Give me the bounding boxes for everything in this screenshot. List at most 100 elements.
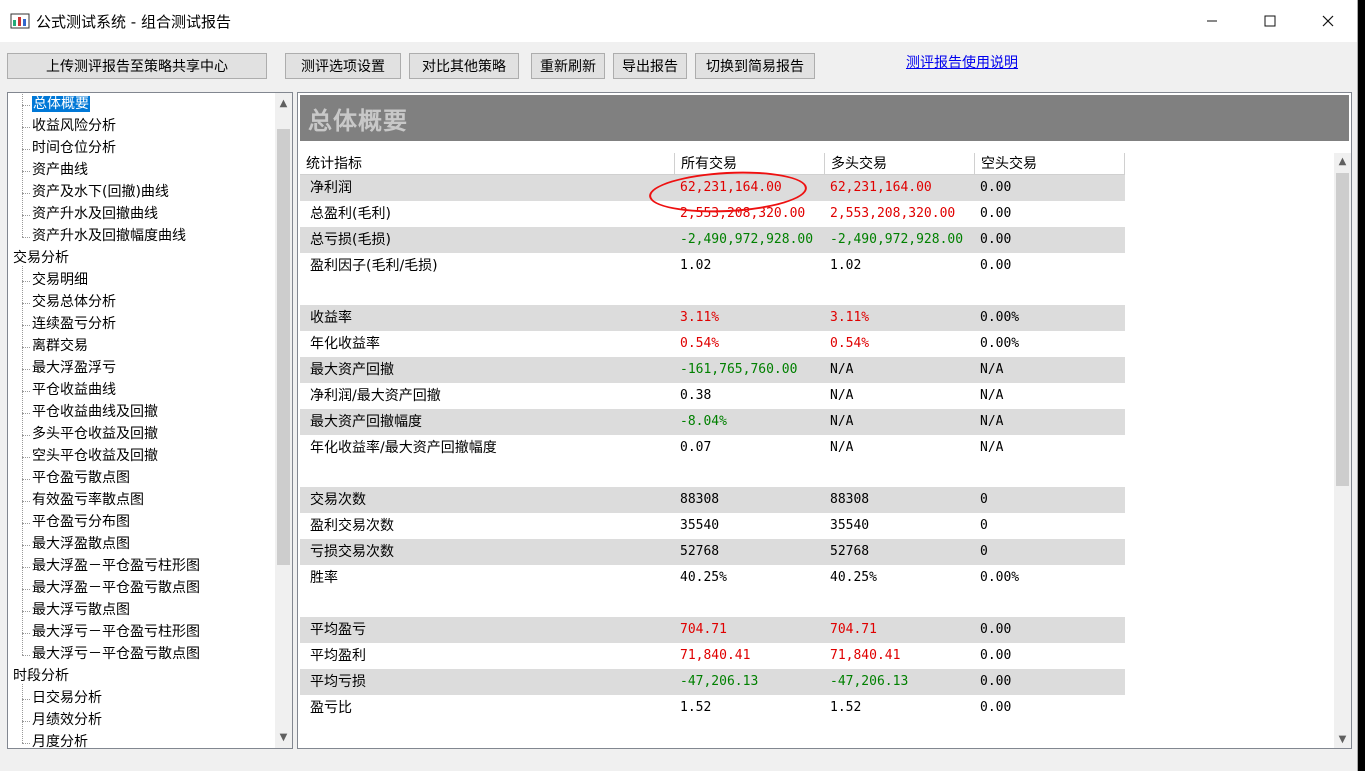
tree-item-label: 最大浮盈浮亏 (32, 360, 116, 376)
title-bar[interactable]: 公式测试系统 - 组合测试报告 (0, 0, 1357, 42)
metric-cell: 平均盈亏 (310, 622, 366, 638)
table-row[interactable]: 盈利交易次数 35540 35540 0 (300, 513, 1125, 539)
tree-item[interactable]: 有效盈亏率散点图 (32, 490, 144, 511)
table-scroll-up-icon[interactable]: ▲ (1334, 153, 1351, 170)
scroll-down-icon[interactable]: ▼ (275, 729, 292, 746)
tree-connector (22, 94, 23, 237)
table-row[interactable]: 盈利因子(毛利/毛损) 1.02 1.02 0.00 (300, 253, 1125, 279)
tree-item[interactable]: 月绩效分析 (32, 710, 102, 731)
tree-item[interactable]: 最大浮盈－平仓盈亏散点图 (32, 578, 200, 599)
upload-report-button[interactable]: 上传测评报告至策略共享中心 (7, 53, 267, 79)
tree-item[interactable]: 资产升水及回撤曲线 (32, 204, 158, 225)
short-trades-cell: 0 (980, 518, 988, 533)
maximize-button[interactable] (1241, 0, 1299, 42)
short-trades-cell: 0.00 (980, 700, 1012, 715)
tree-item-label: 有效盈亏率散点图 (32, 492, 144, 508)
table-row[interactable]: 平均亏损 -47,206.13 -47,206.13 0.00 (300, 669, 1125, 695)
report-panel: 总体概要 统计指标 所有交易 多头交易 空头交易 净利润 62,231,164.0… (297, 92, 1352, 749)
long-trades-cell: 1.52 (830, 700, 862, 715)
tree-item[interactable]: 平仓收益曲线及回撤 (32, 402, 158, 423)
tree-item[interactable]: 日交易分析 (32, 688, 102, 709)
tree-item[interactable]: 平仓盈亏散点图 (32, 468, 130, 489)
table-row[interactable]: 亏损交易次数 52768 52768 0 (300, 539, 1125, 565)
table-row[interactable]: 平均盈亏 704.71 704.71 0.00 (300, 617, 1125, 643)
tree-item[interactable]: 平仓盈亏分布图 (32, 512, 130, 533)
all-trades-cell: -8.04% (680, 414, 727, 429)
tree-item[interactable]: 平仓收益曲线 (32, 380, 116, 401)
metric-cell: 总亏损(毛损) (310, 232, 391, 248)
compare-strategy-button[interactable]: 对比其他策略 (409, 53, 519, 79)
tree-item[interactable]: 连续盈亏分析 (32, 314, 116, 335)
tree-item[interactable]: 收益风险分析 (32, 116, 116, 137)
tree-item[interactable]: 交易总体分析 (32, 292, 116, 313)
tree-connector (22, 545, 30, 546)
long-trades-cell: 1.02 (830, 258, 862, 273)
table-scroll-thumb[interactable] (1336, 173, 1349, 486)
short-trades-cell: 0.00 (980, 622, 1012, 637)
tree-item[interactable]: 最大浮盈浮亏 (32, 358, 116, 379)
all-trades-cell: 704.71 (680, 622, 727, 637)
tree-scroll-thumb[interactable] (277, 129, 290, 565)
table-row[interactable]: 胜率 40.25% 40.25% 0.00% (300, 565, 1125, 591)
test-options-button[interactable]: 测评选项设置 (285, 53, 401, 79)
refresh-button[interactable]: 重新刷新 (531, 53, 605, 79)
col-header-short[interactable]: 空头交易 (975, 153, 1125, 175)
tree-item[interactable]: 总体概要 (32, 94, 90, 115)
tree-connector (22, 655, 30, 656)
scroll-up-icon[interactable]: ▲ (275, 95, 292, 112)
close-icon (1322, 15, 1334, 27)
tree-connector (22, 149, 30, 150)
toolbar: 上传测评报告至策略共享中心 测评选项设置 对比其他策略 重新刷新 导出报告 切换… (0, 42, 1357, 88)
long-trades-cell: -2,490,972,928.00 (830, 232, 964, 247)
help-link[interactable]: 测评报告使用说明 (906, 52, 1018, 72)
tree-item-label: 最大浮盈－平仓盈亏散点图 (32, 580, 200, 596)
table-row[interactable]: 净利润/最大资产回撤 0.38 N/A N/A (300, 383, 1125, 409)
tree-item-label: 交易分析 (13, 250, 69, 266)
tree-item[interactable]: 最大浮亏－平仓盈亏散点图 (32, 644, 200, 665)
short-trades-cell: N/A (980, 414, 1004, 429)
table-scrollbar[interactable]: ▲ ▼ (1334, 153, 1351, 748)
table-scroll-down-icon[interactable]: ▼ (1334, 731, 1351, 748)
tree-connector (22, 303, 30, 304)
table-row[interactable]: 盈亏比 1.52 1.52 0.00 (300, 695, 1125, 721)
tree-item[interactable]: 交易明细 (32, 270, 88, 291)
export-report-button[interactable]: 导出报告 (613, 53, 687, 79)
short-trades-cell: 0.00% (980, 310, 1020, 325)
table-row[interactable]: 总亏损(毛损) -2,490,972,928.00 -2,490,972,928.0… (300, 227, 1125, 253)
col-header-metric[interactable]: 统计指标 (300, 153, 675, 175)
tree-item[interactable]: 最大浮亏－平仓盈亏柱形图 (32, 622, 200, 643)
table-row[interactable]: 最大资产回撤幅度 -8.04% N/A N/A (300, 409, 1125, 435)
minimize-button[interactable] (1183, 0, 1241, 42)
tree-connector (22, 435, 30, 436)
table-row[interactable]: 最大资产回撤 -161,765,760.00 N/A N/A (300, 357, 1125, 383)
tree-item[interactable]: 资产升水及回撤幅度曲线 (32, 226, 186, 247)
tree-item[interactable]: 最大浮盈散点图 (32, 534, 130, 555)
tree-connector (22, 369, 30, 370)
tree-connector (22, 237, 30, 238)
table-row[interactable]: 收益率 3.11% 3.11% 0.00% (300, 305, 1125, 331)
tree-item-label: 资产升水及回撤幅度曲线 (32, 228, 186, 244)
close-button[interactable] (1299, 0, 1357, 42)
table-row[interactable]: 平均盈利 71,840.41 71,840.41 0.00 (300, 643, 1125, 669)
tree-item[interactable]: 空头平仓收益及回撤 (32, 446, 158, 467)
short-trades-cell: 0.00 (980, 232, 1012, 247)
table-row[interactable]: 交易次数 88308 88308 0 (300, 487, 1125, 513)
tree-item[interactable]: 月度分析 (32, 732, 88, 748)
tree-item[interactable]: 离群交易 (32, 336, 88, 357)
tree-connector (22, 325, 30, 326)
switch-simple-report-button[interactable]: 切换到简易报告 (695, 53, 815, 79)
tree-item[interactable]: 最大浮盈－平仓盈亏柱形图 (32, 556, 200, 577)
table-row[interactable]: 年化收益率/最大资产回撤幅度 0.07 N/A N/A (300, 435, 1125, 461)
tree-item[interactable]: 资产及水下(回撤)曲线 (32, 182, 169, 203)
tree-item[interactable]: 最大浮亏散点图 (32, 600, 130, 621)
metric-cell: 亏损交易次数 (310, 544, 394, 560)
short-trades-cell: 0.00 (980, 674, 1012, 689)
tree-item[interactable]: 多头平仓收益及回撤 (32, 424, 158, 445)
tree-scrollbar[interactable]: ▲ ▼ (275, 93, 292, 748)
tree-item[interactable]: 资产曲线 (32, 160, 88, 181)
col-header-long[interactable]: 多头交易 (825, 153, 975, 175)
tree-item[interactable]: 时间仓位分析 (32, 138, 116, 159)
report-banner: 总体概要 (300, 95, 1349, 141)
tree-item-label: 多头平仓收益及回撤 (32, 426, 158, 442)
table-row[interactable]: 年化收益率 0.54% 0.54% 0.00% (300, 331, 1125, 357)
